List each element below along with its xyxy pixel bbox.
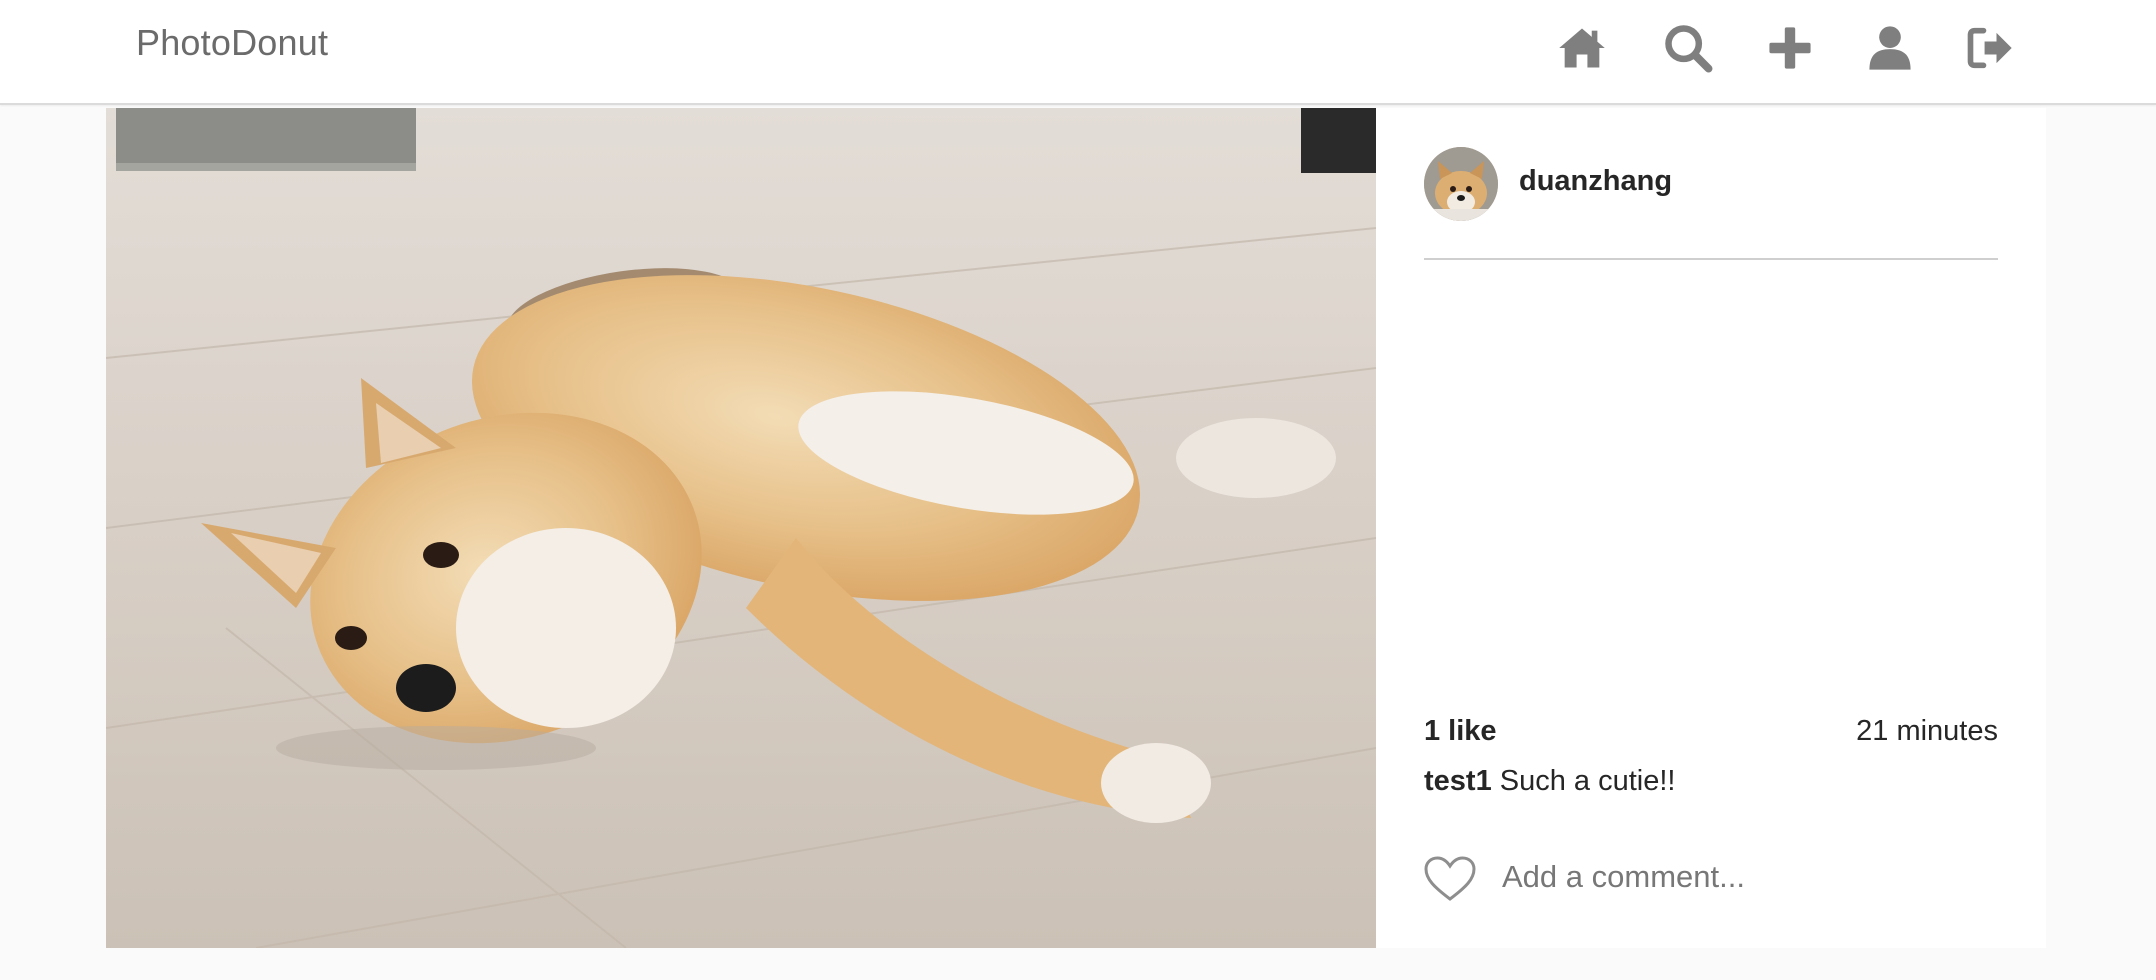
- post-timestamp: 21 minutes: [1856, 715, 1998, 747]
- post-photo[interactable]: [106, 108, 1376, 948]
- user-icon[interactable]: [1864, 22, 1916, 74]
- shiba-photo-illustration: [106, 108, 1376, 948]
- like-count[interactable]: 1 like: [1424, 715, 1497, 748]
- comment-author[interactable]: test1: [1424, 765, 1492, 797]
- plus-icon[interactable]: [1764, 22, 1816, 74]
- top-navigation-bar: PhotoDonut: [0, 0, 2156, 105]
- author-avatar[interactable]: [1424, 147, 1498, 221]
- shiba-avatar-image: [1424, 147, 1498, 221]
- brand-logo[interactable]: PhotoDonut: [136, 22, 328, 64]
- post-card: duanzhang 1 like 21 minutes test1 Such a…: [106, 108, 2046, 948]
- comment-item: test1 Such a cutie!!: [1424, 765, 1675, 798]
- home-icon[interactable]: [1556, 22, 1608, 74]
- heart-outline-icon[interactable]: [1424, 856, 1476, 902]
- post-details-panel: duanzhang 1 like 21 minutes test1 Such a…: [1424, 108, 1998, 948]
- sign-out-icon[interactable]: [1964, 22, 2016, 74]
- comment-text: Such a cutie!!: [1499, 765, 1676, 797]
- search-icon[interactable]: [1662, 22, 1714, 74]
- author-username[interactable]: duanzhang: [1519, 165, 1672, 198]
- add-comment-input[interactable]: [1502, 852, 1992, 902]
- header-divider: [1424, 258, 1998, 260]
